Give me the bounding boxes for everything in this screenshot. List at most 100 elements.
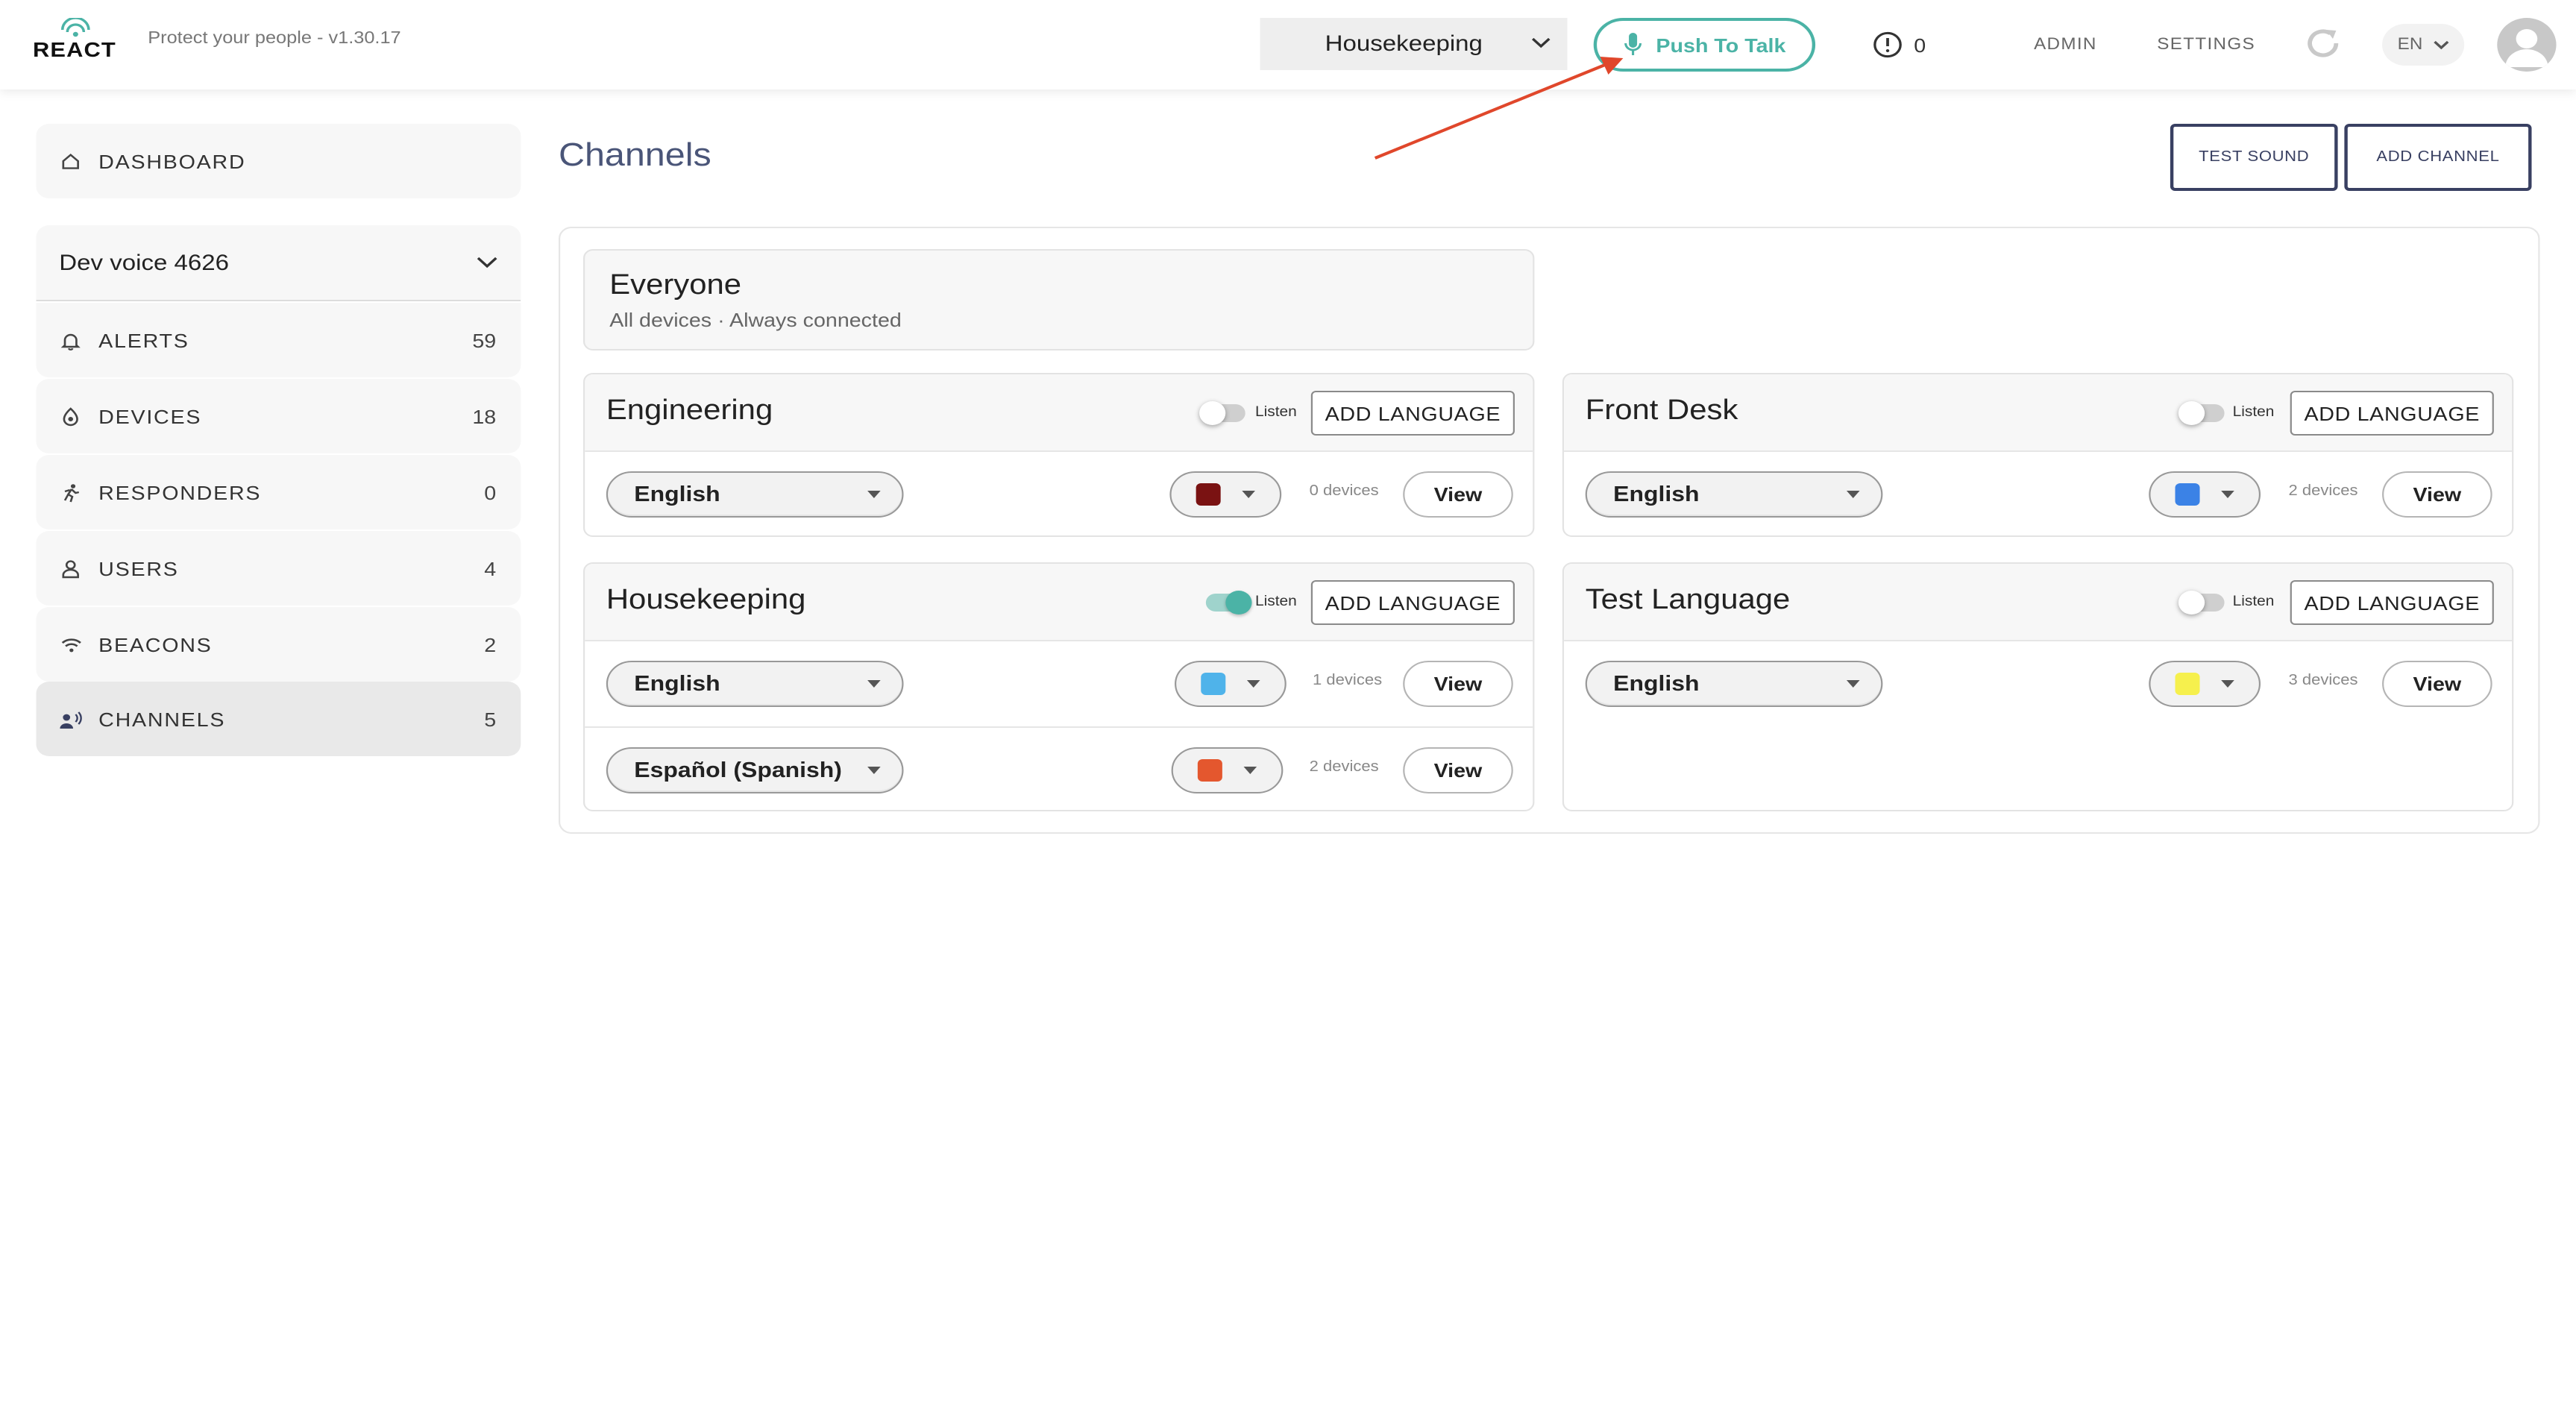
refresh-icon[interactable] [2303,25,2343,61]
channel-card-header: Engineering Listen ADD LANGUAGE [585,374,1533,452]
listen-label: Listen [2232,594,2275,610]
listen-label: Listen [2232,404,2275,421]
language-row: English 3 devices View [1564,641,2512,726]
sidebar-item-label: DEVICES [98,405,202,427]
add-channel-button[interactable]: ADD CHANNEL [2344,124,2532,191]
device-count: 0 devices [1309,483,1379,500]
view-button[interactable]: View [1403,661,1513,707]
language-select[interactable]: English [606,661,904,707]
caret-down-icon [1846,491,1860,498]
add-language-button[interactable]: ADD LANGUAGE [2290,580,2494,625]
running-person-icon [59,482,82,503]
caret-down-icon [1846,680,1860,688]
view-button[interactable]: View [2382,661,2492,707]
color-swatch [1201,673,1226,695]
admin-link[interactable]: ADMIN [2034,36,2097,54]
settings-link[interactable]: SETTINGS [2157,36,2255,54]
color-swatch [2175,673,2200,695]
caret-down-icon [867,767,881,774]
test-sound-button[interactable]: TEST SOUND [2170,124,2338,191]
channel-card-header: Front Desk Listen ADD LANGUAGE [1564,374,2513,452]
channel-name: Engineering [606,395,773,427]
user-icon [59,558,82,579]
caret-down-icon [2221,680,2234,688]
sidebar-item-users[interactable]: USERS 4 [36,531,521,606]
react-logo[interactable]: REACT [33,18,116,72]
sidebar-item-devices[interactable]: DEVICES 18 [36,379,521,453]
sidebar-item-count: 18 [472,405,497,427]
color-select[interactable] [1171,747,1284,793]
device-count: 1 devices [1313,673,1383,689]
everyone-title: Everyone [609,270,742,301]
sidebar-item-count: 5 [484,708,497,730]
channel-card-front-desk: Front Desk Listen ADD LANGUAGE English 2… [1562,373,2514,537]
caret-down-icon [1243,767,1257,774]
bell-icon [59,330,82,351]
sidebar-item-alerts[interactable]: ALERTS 59 [36,303,521,377]
chevron-down-icon [477,257,497,268]
sidebar-item-count: 0 [484,481,497,503]
view-button[interactable]: View [1403,471,1513,518]
alert-indicator[interactable]: 0 [1873,31,1926,58]
add-language-button[interactable]: ADD LANGUAGE [1310,580,1515,625]
add-language-button[interactable]: ADD LANGUAGE [2290,391,2494,436]
device-count: 2 devices [2288,483,2358,500]
logo-text: REACT [33,37,116,61]
sidebar-item-label: BEACONS [98,633,213,656]
channel-card-housekeeping: Housekeeping Listen ADD LANGUAGE English… [582,562,1535,811]
organization-value: Dev voice 4626 [59,250,230,275]
language-select[interactable]: English [606,471,904,518]
caret-down-icon [1246,680,1260,688]
color-swatch [1197,759,1222,782]
view-button[interactable]: View [1403,747,1513,793]
language-value: EN [2397,36,2423,54]
sidebar-item-count: 2 [484,633,497,656]
signal-icon [60,18,90,37]
language-row: English 2 devices View [1564,452,2512,535]
language-select[interactable]: English [1585,661,1883,707]
everyone-subtitle: All devices · Always connected [609,309,902,331]
home-icon [59,151,82,172]
push-to-talk-label: Push To Talk [1656,34,1786,56]
sidebar-item-count: 59 [472,329,497,351]
caret-down-icon [2221,491,2234,498]
color-select[interactable] [2149,661,2261,707]
user-icon [2505,29,2548,67]
channel-name: Front Desk [1585,395,1738,427]
sidebar-item-dashboard[interactable]: DASHBOARD [36,124,521,198]
page-title: Channels [558,136,711,173]
sidebar-item-label: CHANNELS [98,708,226,730]
caret-down-icon [867,680,881,688]
listen-toggle[interactable] [1205,591,1252,615]
color-select[interactable] [1169,471,1282,518]
color-swatch [1196,483,1221,506]
listen-label: Listen [1254,404,1297,421]
caret-down-icon [1242,491,1255,498]
view-button[interactable]: View [2382,471,2492,518]
add-language-button[interactable]: ADD LANGUAGE [1310,391,1515,436]
sidebar-item-responders[interactable]: RESPONDERS 0 [36,455,521,529]
listen-toggle[interactable] [2178,401,2225,425]
language-select[interactable]: Español (Spanish) [606,747,904,793]
sidebar-item-beacons[interactable]: BEACONS 2 [36,607,521,682]
listen-toggle[interactable] [1199,401,1245,425]
language-select-value: English [1613,483,1700,506]
everyone-channel-card: Everyone All devices · Always connected [582,249,1535,351]
organization-select[interactable]: Dev voice 4626 [36,225,521,301]
sidebar-item-count: 4 [484,557,497,579]
color-select[interactable] [1175,661,1287,707]
channel-card-header: Housekeeping Listen ADD LANGUAGE [585,564,1533,641]
language-select[interactable]: English [1585,471,1883,518]
caret-down-icon [867,491,881,498]
color-select[interactable] [2149,471,2261,518]
listen-toggle[interactable] [2178,591,2225,615]
language-selector[interactable]: EN [2382,24,2465,66]
sidebar-item-channels[interactable]: CHANNELS 5 [36,682,521,756]
device-count: 2 devices [1309,759,1379,776]
language-select-value: English [634,672,720,696]
user-avatar[interactable] [2497,18,2557,72]
language-select-value: Español (Spanish) [634,758,842,782]
chevron-down-icon [2433,40,2448,49]
language-select-value: English [1613,672,1700,696]
channel-card-test-language: Test Language Listen ADD LANGUAGE Englis… [1562,562,2514,811]
